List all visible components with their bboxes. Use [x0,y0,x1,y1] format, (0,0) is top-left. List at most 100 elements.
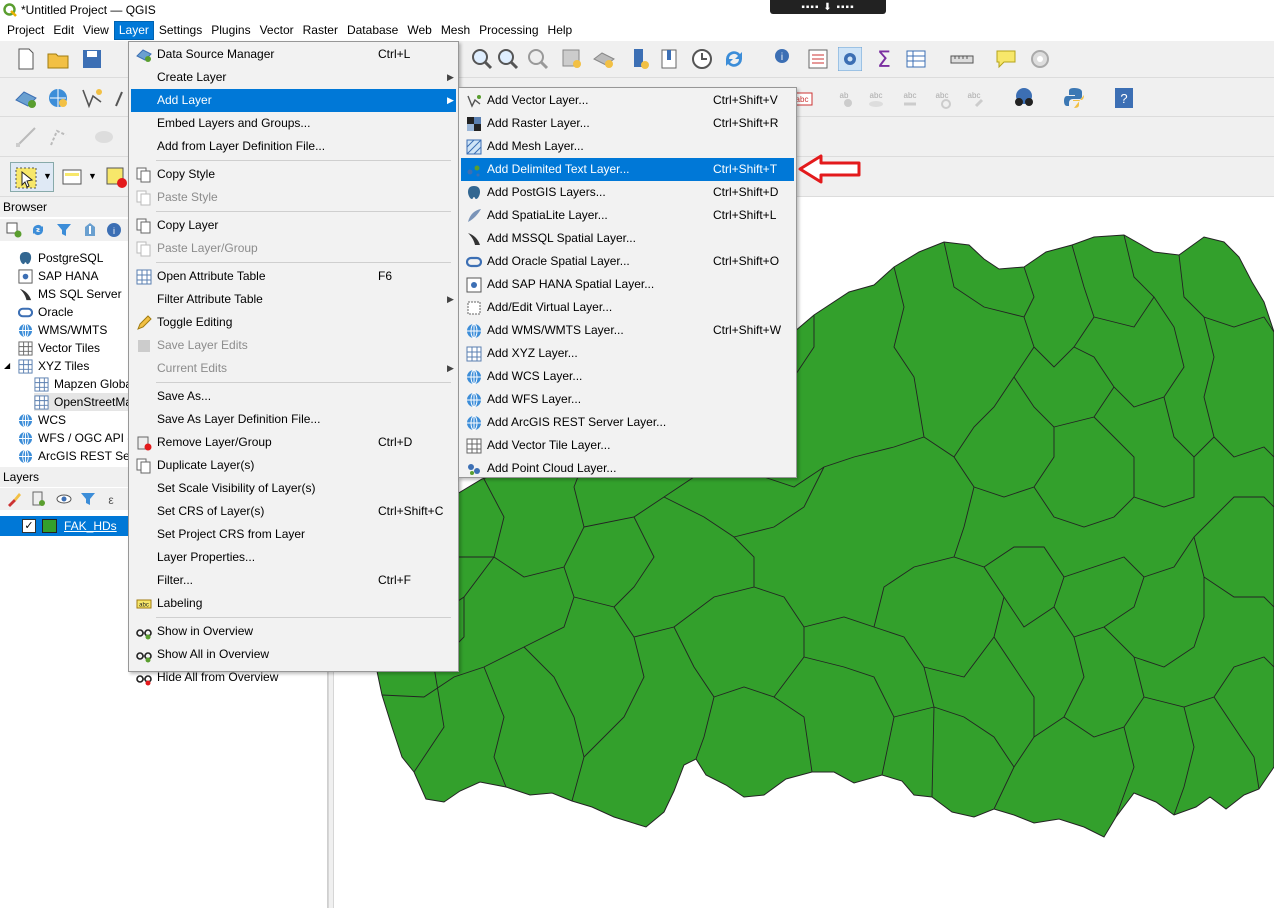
help-icon[interactable]: ? [1112,86,1136,110]
zoom-full-icon[interactable] [526,47,550,71]
label-change-icon[interactable]: abc [962,86,986,110]
menu-item-show-all-in-overview[interactable]: Show All in Overview [131,643,456,666]
menu-database[interactable]: Database [343,21,402,40]
expand-arrow-icon[interactable]: ◢ [4,357,10,375]
temporal-controller-icon[interactable] [690,47,714,71]
label-move-icon[interactable]: abc [898,86,922,110]
menu-item-save-as[interactable]: Save As... [131,385,456,408]
menu-item-duplicate-layer-s[interactable]: Duplicate Layer(s) [131,454,456,477]
menu-item-add-mesh-layer[interactable]: Add Mesh Layer... [461,135,794,158]
browser-icon[interactable] [46,86,70,110]
label-pin-icon[interactable]: ab [832,86,856,110]
menu-item-add-xyz-layer[interactable]: Add XYZ Layer... [461,342,794,365]
menu-item-remove-layer-group[interactable]: Remove Layer/Group Ctrl+D [131,431,456,454]
menu-item-add-spatialite-layer[interactable]: Add SpatiaLite Layer... Ctrl+Shift+L [461,204,794,227]
menu-item-add-vector-tile-layer[interactable]: Add Vector Tile Layer... [461,434,794,457]
add-feature-icon[interactable] [48,125,72,149]
filter-expression-icon[interactable]: ε [104,491,120,507]
select-features-button[interactable]: ▼ [10,162,54,192]
filter-icon[interactable] [56,222,72,238]
open-project-icon[interactable] [46,47,70,71]
spy-glasses-icon[interactable] [1012,86,1036,110]
menu-item-layer-properties[interactable]: Layer Properties... [131,546,456,569]
menu-help[interactable]: Help [544,21,577,40]
layer-visibility-checkbox[interactable]: ✓ [22,519,36,533]
menu-item-toggle-editing[interactable]: Toggle Editing [131,311,456,334]
add-group-icon[interactable] [30,491,46,507]
menu-vector[interactable]: Vector [256,21,298,40]
menu-item-data-source-manager[interactable]: Data Source Manager Ctrl+L [131,43,456,66]
menu-item-copy-style[interactable]: Copy Style [131,163,456,186]
menu-project[interactable]: Project [3,21,48,40]
menu-view[interactable]: View [79,21,113,40]
zoom-selection-icon[interactable] [592,47,616,71]
menu-raster[interactable]: Raster [299,21,342,40]
zoom-in-icon[interactable] [470,47,494,71]
menu-item-add-from-layer-definition-file[interactable]: Add from Layer Definition File... [131,135,456,158]
zoom-out-icon[interactable] [496,47,520,71]
menu-item-add-vector-layer[interactable]: Add Vector Layer... Ctrl+Shift+V [461,89,794,112]
cloud-tool-icon[interactable] [92,125,116,149]
menu-item-add-raster-layer[interactable]: Add Raster Layer... Ctrl+Shift+R [461,112,794,135]
attribute-table-icon[interactable] [904,47,928,71]
open-field-calculator-icon[interactable] [806,47,830,71]
refresh-icon[interactable] [30,222,46,238]
menu-item-set-crs-of-layer-s[interactable]: Set CRS of Layer(s) Ctrl+Shift+C [131,500,456,523]
visibility-eye-icon[interactable] [56,491,72,507]
menu-item-open-attribute-table[interactable]: Open Attribute Table F6 [131,265,456,288]
new-project-icon[interactable] [14,47,38,71]
measure-line-icon[interactable] [950,47,974,71]
menu-item-show-in-overview[interactable]: Show in Overview [131,620,456,643]
info-icon[interactable]: i [106,222,122,238]
menu-item-embed-layers-and-groups[interactable]: Embed Layers and Groups... [131,112,456,135]
map-tips-icon[interactable] [994,47,1018,71]
menu-item-set-scale-visibility-of-layer-s[interactable]: Set Scale Visibility of Layer(s) [131,477,456,500]
menu-item-save-as-layer-definition-file[interactable]: Save As Layer Definition File... [131,408,456,431]
menu-item-add-wcs-layer[interactable]: Add WCS Layer... [461,365,794,388]
zoom-layer-icon[interactable] [560,47,584,71]
menu-edit[interactable]: Edit [49,21,78,40]
statistics-sigma-icon[interactable]: Σ [872,47,896,71]
menu-item-filter-attribute-table[interactable]: Filter Attribute Table ▶ [131,288,456,311]
data-source-manager-icon[interactable] [14,86,38,110]
menu-plugins[interactable]: Plugins [207,21,254,40]
vertex-tool-icon[interactable] [14,125,38,149]
menu-item-create-layer[interactable]: Create Layer ▶ [131,66,456,89]
refresh-icon[interactable] [722,47,746,71]
menu-item-add-edit-virtual-layer[interactable]: Add/Edit Virtual Layer... [461,296,794,319]
label-rotate-icon[interactable]: abc [930,86,954,110]
menu-item-add-sap-hana-spatial-layer[interactable]: Add SAP HANA Spatial Layer... [461,273,794,296]
menu-item-add-arcgis-rest-server-layer[interactable]: Add ArcGIS REST Server Layer... [461,411,794,434]
deselect-features-icon[interactable] [104,165,128,189]
select-by-value-dropdown-icon[interactable]: ▼ [88,171,97,181]
menu-item-add-layer[interactable]: Add Layer ▶ [131,89,456,112]
identify-icon[interactable]: i [772,47,796,71]
menu-item-add-point-cloud-layer[interactable]: Add Point Cloud Layer... [461,457,794,480]
collapse-all-icon[interactable] [82,222,98,238]
select-by-value-icon[interactable] [60,165,84,189]
menu-item-labeling[interactable]: abc Labeling [131,592,456,615]
style-manager-icon[interactable] [6,491,22,507]
menu-item-hide-all-from-overview[interactable]: Hide All from Overview [131,666,456,689]
menu-item-add-mssql-spatial-layer[interactable]: Add MSSQL Spatial Layer... [461,227,794,250]
menu-item-add-wms-wmts-layer[interactable]: Add WMS/WMTS Layer... Ctrl+Shift+W [461,319,794,342]
menu-item-add-wfs-layer[interactable]: Add WFS Layer... [461,388,794,411]
processing-toolbox-icon[interactable] [838,47,862,71]
menu-mesh[interactable]: Mesh [437,21,474,40]
menu-item-copy-layer[interactable]: Copy Layer [131,214,456,237]
menu-processing[interactable]: Processing [475,21,542,40]
menu-item-add-oracle-spatial-layer[interactable]: Add Oracle Spatial Layer... Ctrl+Shift+O [461,250,794,273]
menu-item-add-postgis-layers[interactable]: Add PostGIS Layers... Ctrl+Shift+D [461,181,794,204]
save-project-icon[interactable] [80,47,104,71]
show-bookmarks-icon[interactable] [658,47,682,71]
menu-settings[interactable]: Settings [155,21,206,40]
add-selected-layers-icon[interactable] [6,222,22,238]
filter-legend-icon[interactable] [80,491,96,507]
screen-capture-bar[interactable]: ▪▪▪▪ ⬇ ▪▪▪▪ [770,0,886,14]
settings-gear-icon[interactable] [1028,47,1052,71]
menu-item-set-project-crs-from-layer[interactable]: Set Project CRS from Layer [131,523,456,546]
menu-item-add-delimited-text-layer[interactable]: Add Delimited Text Layer... Ctrl+Shift+T [461,158,794,181]
python-console-icon[interactable] [1062,86,1086,110]
menu-layer[interactable]: Layer [113,21,154,40]
new-vector-layer-icon[interactable] [80,86,104,110]
